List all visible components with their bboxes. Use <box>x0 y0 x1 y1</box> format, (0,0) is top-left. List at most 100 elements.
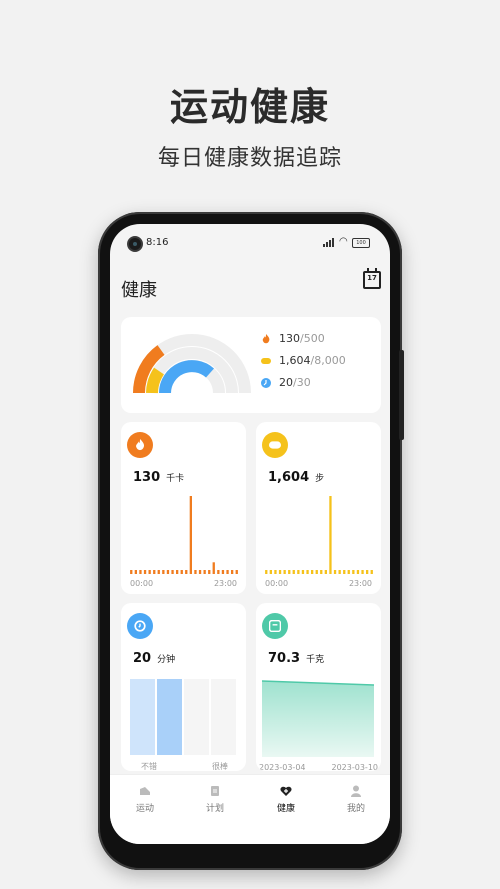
steps-bar <box>301 570 305 574</box>
steps-bar <box>366 570 369 574</box>
status-bar: 8:16 ◠ 100 <box>110 224 390 260</box>
calories-bar <box>134 570 137 574</box>
steps-bar <box>278 570 282 574</box>
exercise-segment-4 <box>211 679 236 755</box>
rings-gauge <box>133 334 251 397</box>
promo-title: 运动健康 <box>169 85 330 129</box>
calories-bar <box>189 496 192 574</box>
calories-bar <box>185 570 188 574</box>
calories-bar <box>180 570 183 574</box>
tab-exercise-label: 运动 <box>135 804 154 814</box>
calories-bar <box>226 570 229 574</box>
person-icon <box>351 785 361 797</box>
steps-ring <box>146 367 165 394</box>
exercise-segment-3 <box>184 679 209 755</box>
calories-icon-circle <box>127 432 153 458</box>
front-camera <box>129 238 141 250</box>
legend-exercise-goal: /30 <box>293 376 311 389</box>
calories-bar <box>203 570 206 574</box>
tab-health[interactable]: 健康 <box>261 785 311 814</box>
steps-bar <box>356 570 360 574</box>
exercise-segment-1 <box>130 679 155 755</box>
timer-icon <box>261 378 271 388</box>
exercise-label-right: 很棒 <box>212 762 228 771</box>
shoe-icon <box>140 787 150 795</box>
steps-bar <box>338 570 341 574</box>
calories-bar <box>143 570 147 574</box>
steps-bar <box>306 570 309 574</box>
calories-bar <box>231 570 234 574</box>
calories-bar <box>166 570 170 574</box>
summary-card[interactable]: 130/500 1,604/8,000 20/30 <box>121 317 381 413</box>
tab-plan-label: 计划 <box>205 804 224 814</box>
exercise-label-left: 不错 <box>141 762 157 771</box>
scale-icon <box>269 620 281 632</box>
exercise-value: 20 <box>133 651 152 666</box>
battery-icon: 100 <box>352 238 370 248</box>
weight-unit: 千克 <box>306 655 325 665</box>
weight-trend-chart <box>262 680 374 757</box>
steps-bar <box>347 570 350 574</box>
tab-plan[interactable]: 计划 <box>190 785 240 814</box>
steps-bar <box>283 570 286 574</box>
steps-bar <box>324 570 327 574</box>
weight-metric: 70.3 千克 <box>268 651 324 666</box>
flame-icon <box>262 334 270 344</box>
calories-bar <box>212 562 215 574</box>
shoe-icon <box>261 358 271 364</box>
calories-value: 130 <box>133 470 161 485</box>
calories-bar <box>208 570 211 574</box>
calories-card[interactable]: 130 千卡 00:00 23:00 <box>121 422 246 594</box>
steps-axis-start: 00:00 <box>265 579 289 588</box>
steps-icon-circle <box>262 432 288 458</box>
steps-metric: 1,604 步 <box>268 470 324 485</box>
steps-bar <box>370 570 373 574</box>
legend-exercise-value: 20 <box>279 376 293 389</box>
weight-icon-circle <box>262 613 288 639</box>
flame-icon <box>136 439 145 451</box>
weight-card[interactable]: 70.3 千克 2023-03-04 2023-03-10 <box>256 603 381 771</box>
tab-profile-label: 我的 <box>346 804 365 814</box>
steps-card[interactable]: 1,604 步 00:00 23:00 <box>256 422 381 594</box>
clipboard-icon <box>211 786 219 796</box>
steps-bar <box>352 570 355 574</box>
steps-hourly-chart <box>265 496 373 574</box>
calories-bar <box>198 570 202 574</box>
exercise-metric: 20 分钟 <box>133 651 175 666</box>
calories-axis-start: 00:00 <box>130 579 154 588</box>
steps-unit: 步 <box>315 474 325 484</box>
steps-bar <box>311 570 314 574</box>
calories-bar <box>176 570 179 574</box>
exercise-icon-circle <box>127 613 153 639</box>
calories-bar <box>148 570 151 574</box>
legend-steps-value: 1,604 <box>279 354 311 367</box>
calories-bar <box>153 570 156 574</box>
exercise-segment-2 <box>157 679 182 755</box>
tab-exercise[interactable]: 运动 <box>120 785 170 814</box>
steps-bar <box>329 496 332 574</box>
steps-bar <box>361 570 364 574</box>
steps-bar <box>297 570 300 574</box>
calories-metric: 130 千卡 <box>133 470 184 485</box>
calories-bar <box>171 570 174 574</box>
exercise-ring <box>159 360 214 394</box>
calories-bar <box>194 570 197 574</box>
exercise-card[interactable]: 20 分钟 不错 很棒 <box>121 603 246 771</box>
tab-health-label: 健康 <box>276 804 295 814</box>
calories-bar <box>139 570 142 574</box>
calendar-icon[interactable]: 17 <box>363 268 381 289</box>
steps-bar <box>320 570 323 574</box>
calories-bar <box>162 570 165 574</box>
shoe-icon <box>269 441 281 449</box>
weight-area <box>262 681 374 757</box>
wifi-icon: ◠ <box>339 236 348 247</box>
steps-bar <box>343 570 346 574</box>
calories-bar <box>157 570 160 574</box>
calories-unit: 千卡 <box>166 474 185 484</box>
calories-bar <box>217 570 220 574</box>
steps-bar <box>315 570 318 574</box>
status-time: 8:16 <box>146 237 169 248</box>
phone-screen: 8:16 ◠ 100 健康 17 130/500 1,604/8,000 20/… <box>110 224 390 844</box>
tab-profile[interactable]: 我的 <box>331 785 381 814</box>
weight-date-start: 2023-03-04 <box>259 763 306 771</box>
